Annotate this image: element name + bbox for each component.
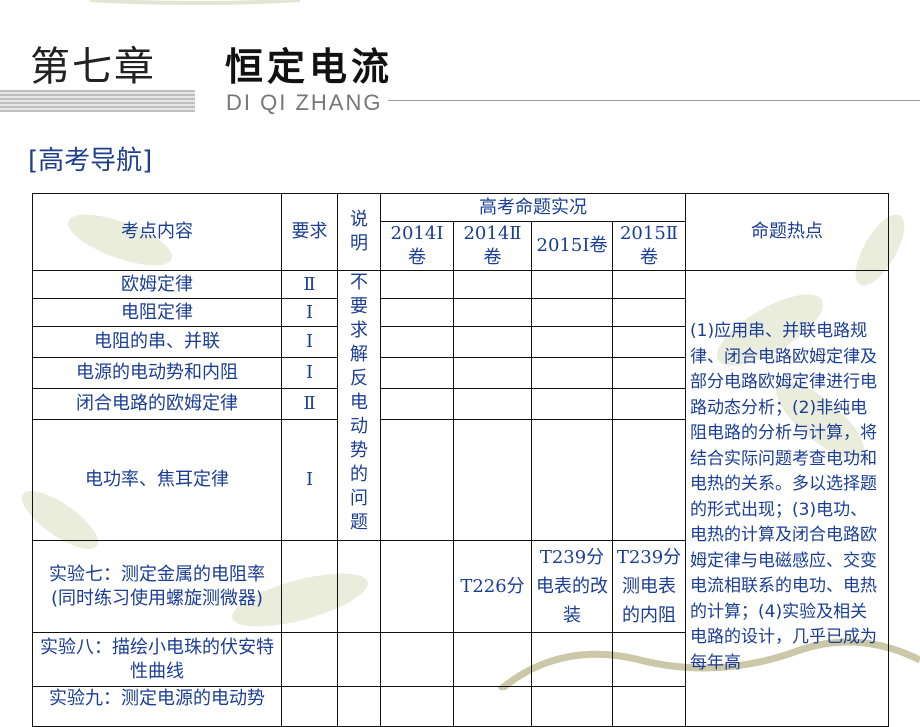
exam-table: 考点内容 要求 说明 高考命题实况 命题热点 2014Ⅰ卷 2014Ⅱ卷 201… (32, 193, 889, 727)
chapter-number: 第七章 (30, 44, 156, 90)
row-content: 实验八：描绘小电珠的伏安特性曲线 (32, 632, 282, 687)
exam-cell: T239分测电表的内阻 (612, 540, 686, 633)
row-content: 电功率、焦耳定律 (32, 419, 282, 541)
row-content: 实验七：测定金属的电阻率(同时练习使用螺旋测微器) (32, 540, 282, 633)
hot-topics-cell: (1)应用串、并联电路规律、闭合电路欧姆定律及部分电路欧姆定律进行电路动态分析；… (685, 270, 889, 727)
header-exam-group: 高考命题实况 (380, 193, 686, 222)
header-note: 说明 (337, 193, 381, 271)
row-requirement: Ⅰ (281, 298, 338, 327)
header-stripe (0, 90, 195, 112)
section-label: [高考导航] (28, 146, 153, 176)
exam-cell (380, 540, 454, 633)
header-requirement: 要求 (281, 193, 338, 271)
row-content: 欧姆定律 (32, 270, 282, 299)
row-requirement: Ⅱ (281, 388, 338, 420)
row-content: 闭合电路的欧姆定律 (32, 388, 282, 420)
row-requirement: Ⅰ (281, 357, 338, 389)
row-content: 电阻的串、并联 (32, 326, 282, 358)
row-content: 电阻定律 (32, 298, 282, 327)
chapter-pinyin: DI QI ZHANG (226, 90, 383, 115)
chapter-name: 恒定电流 (225, 44, 394, 89)
header-exam-2015-2: 2015Ⅱ卷 (612, 221, 686, 271)
note-cell: 不要求解反电动势的问题 (337, 270, 381, 541)
header-hot: 命题热点 (685, 193, 889, 271)
header-exam-2014-2: 2014Ⅱ卷 (453, 221, 532, 271)
row-content: 实验九：测定电源的电动势 (32, 686, 282, 727)
row-content: 电源的电动势和内阻 (32, 357, 282, 389)
row-requirement: Ⅱ (281, 270, 338, 299)
header-content: 考点内容 (32, 193, 282, 271)
row-requirement: Ⅰ (281, 326, 338, 358)
row-requirement: Ⅰ (281, 419, 338, 541)
header-rule (388, 100, 920, 101)
exam-cell: T239分电表的改装 (531, 540, 613, 633)
header-exam-2015-1: 2015Ⅰ卷 (531, 221, 613, 271)
header-exam-2014-1: 2014Ⅰ卷 (380, 221, 454, 271)
exam-cell: T226分 (453, 540, 532, 633)
